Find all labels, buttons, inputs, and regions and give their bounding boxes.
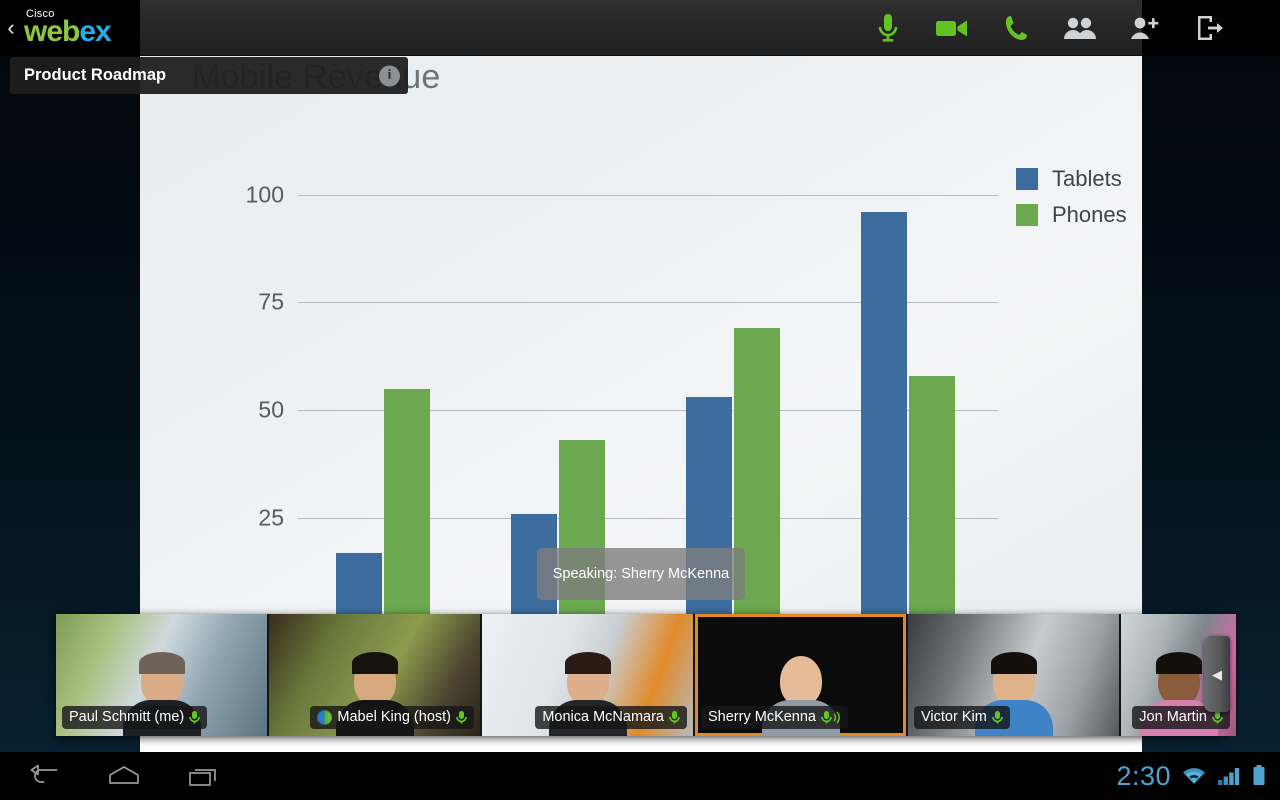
participant-tile[interactable]: Mabel King (host) <box>269 614 482 736</box>
webex-web: web <box>24 15 80 48</box>
meeting-title: Product Roadmap <box>24 66 167 84</box>
wifi-icon <box>1183 768 1205 784</box>
participant-filmstrip: Paul Schmitt (me) Mabel King (host) Moni… <box>56 614 1238 736</box>
presenter-globe-icon <box>317 709 333 725</box>
info-icon[interactable]: i <box>379 65 400 86</box>
chart-y-tick-label: 50 <box>258 396 284 423</box>
speaking-toast-text: Speaking: Sherry McKenna <box>552 566 730 582</box>
microphone-status-icon <box>991 710 1003 725</box>
video-camera-icon[interactable] <box>920 0 984 56</box>
participant-tiles: Paul Schmitt (me) Mabel King (host) Moni… <box>56 614 1238 736</box>
chart-legend-label: Phones <box>1052 202 1127 227</box>
participant-name-chip: Monica McNamara <box>535 706 687 729</box>
participant-name: Jon Martin <box>1139 709 1207 725</box>
chart-legend-label: Tablets <box>1052 166 1122 191</box>
participant-tile[interactable]: Monica McNamara <box>482 614 695 736</box>
chart-bar <box>909 375 955 626</box>
speaking-mic-icon <box>821 710 841 725</box>
leave-meeting-icon[interactable] <box>1178 0 1242 56</box>
nav-back-button[interactable] <box>4 752 84 800</box>
status-clock: 2:30 <box>1116 760 1171 791</box>
speaking-toast: Speaking: Sherry McKenna <box>537 548 745 600</box>
cellular-signal-icon <box>1218 768 1240 785</box>
webex-wordmark: webex <box>24 15 112 48</box>
participant-name: Victor Kim <box>921 709 987 725</box>
participant-name-chip: Mabel King (host) <box>310 706 474 729</box>
chart-legend-swatch <box>1016 168 1038 190</box>
filmstrip-collapse-handle[interactable]: ◀ <box>1204 636 1230 712</box>
participants-icon[interactable] <box>1048 0 1112 56</box>
microphone-icon[interactable] <box>856 0 920 56</box>
participant-tile[interactable]: Victor Kim <box>908 614 1121 736</box>
android-navigation-bar: 2:30 <box>0 752 1280 800</box>
meeting-title-overlay[interactable]: Product Roadmap i <box>10 57 408 94</box>
chart-gridline <box>298 194 998 196</box>
webex-e: e <box>79 15 96 48</box>
participant-name: Monica McNamara <box>542 709 664 725</box>
webex-brand: ‹ Cisco webex <box>0 0 140 56</box>
chart-legend: Tablets Phones <box>1016 166 1186 238</box>
nav-recents-button[interactable] <box>164 752 244 800</box>
chart-bar <box>384 388 430 626</box>
chart-legend-swatch <box>1016 204 1038 226</box>
nav-home-button[interactable] <box>84 752 164 800</box>
status-bar-cluster: 2:30 <box>1116 752 1266 800</box>
participant-name: Sherry McKenna <box>708 709 816 725</box>
webex-logo: Cisco webex <box>24 9 112 48</box>
chart-y-tick-label: 25 <box>258 504 284 531</box>
participant-name: Paul Schmitt (me) <box>69 709 185 725</box>
add-person-icon[interactable] <box>1114 0 1178 56</box>
chart-y-tick-label: 100 <box>245 181 284 208</box>
microphone-status-icon <box>189 710 201 725</box>
back-chevron-icon[interactable]: ‹ <box>0 0 22 56</box>
battery-icon <box>1253 765 1265 785</box>
participant-name-chip: Paul Schmitt (me) <box>62 706 208 729</box>
participant-tile[interactable]: Sherry McKenna <box>695 614 908 736</box>
microphone-status-icon <box>669 710 680 725</box>
phone-icon[interactable] <box>984 0 1048 56</box>
participant-tile[interactable]: Paul Schmitt (me) <box>56 614 269 736</box>
microphone-status-icon <box>456 710 467 725</box>
participant-name-chip: Sherry McKenna <box>701 706 848 729</box>
participant-name: Mabel King (host) <box>337 709 451 725</box>
chart-legend-item: Phones <box>1016 202 1186 228</box>
chevron-left-icon: ◀ <box>1212 666 1222 682</box>
chart-y-tick-label: 75 <box>258 288 284 315</box>
chart-legend-item: Tablets <box>1016 166 1186 192</box>
participant-name-chip: Victor Kim <box>914 706 1010 729</box>
chart-bar <box>861 211 907 626</box>
meeting-toolbar: ‹ Cisco webex <box>0 0 1280 56</box>
webex-x: x <box>95 15 112 48</box>
